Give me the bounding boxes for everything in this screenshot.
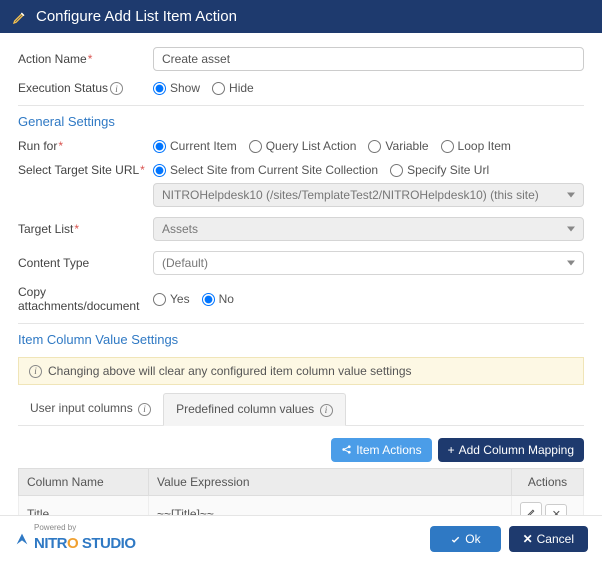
info-icon: i [320,404,333,417]
info-icon: i [29,365,42,378]
column-header-expr: Value Expression [149,468,512,495]
ok-button[interactable]: Ok [430,526,500,552]
target-site-dropdown[interactable]: NITROHelpdesk10 (/sites/TemplateTest2/NI… [153,183,584,207]
edit-row-button[interactable] [520,502,542,515]
add-column-mapping-button[interactable]: +Add Column Mapping [438,438,584,462]
warning-text: Changing above will clear any configured… [48,364,412,378]
check-icon [450,534,461,545]
content-type-dropdown[interactable]: (Default) [153,251,584,275]
target-url-specify-radio[interactable]: Specify Site Url [390,163,489,177]
cancel-button[interactable]: ✕ Cancel [509,526,588,552]
info-icon: i [138,403,151,416]
delete-row-button[interactable]: ✕ [545,504,567,515]
target-list-dropdown[interactable]: Assets [153,217,584,241]
titlebar: Configure Add List Item Action [0,0,602,33]
execution-status-label: Execution Statusi [18,81,153,95]
run-for-current-radio[interactable]: Current Item [153,139,237,153]
logo-icon [14,531,30,547]
action-name-input[interactable] [153,47,584,71]
dialog-title: Configure Add List Item Action [36,8,237,25]
target-site-url-label: Select Target Site URL [18,163,153,177]
tab-predefined[interactable]: Predefined column values i [163,393,345,425]
run-for-label: Run for [18,139,153,153]
column-header-name: Column Name [19,468,149,495]
plus-icon: + [448,443,455,457]
general-settings-heading: General Settings [18,105,584,129]
content-type-label: Content Type [18,256,153,270]
run-for-query-radio[interactable]: Query List Action [249,139,357,153]
copy-attach-no-radio[interactable]: No [202,292,234,306]
run-for-variable-radio[interactable]: Variable [368,139,428,153]
close-icon: ✕ [552,508,561,515]
pencil-icon [526,507,537,515]
close-icon: ✕ [523,532,533,546]
dialog-footer: Powered by NITRO STUDIO Ok ✕ Cancel [0,515,602,562]
column-mapping-table: Column Name Value Expression Actions Tit… [18,468,584,515]
dialog: Configure Add List Item Action Action Na… [0,0,602,562]
target-list-label: Target List [18,222,153,236]
tab-user-input[interactable]: User input columns i [18,393,163,424]
info-icon[interactable]: i [110,82,123,95]
exec-status-show-radio[interactable]: Show [153,81,200,95]
run-for-loop-radio[interactable]: Loop Item [441,139,511,153]
action-name-label: Action Name [18,52,153,66]
dialog-body: Action Name Execution Statusi Show Hide … [0,33,602,515]
item-column-value-heading: Item Column Value Settings [18,323,584,347]
column-header-actions: Actions [512,468,584,495]
exec-status-hide-radio[interactable]: Hide [212,81,254,95]
column-tabs: User input columns i Predefined column v… [18,393,584,425]
table-row: Title ~~[Title]~~ ✕ [19,495,584,515]
warning-box: i Changing above will clear any configur… [18,357,584,385]
copy-attachments-label: Copy attachments/document [18,285,153,313]
target-url-current-coll-radio[interactable]: Select Site from Current Site Collection [153,163,378,177]
share-icon [341,444,352,455]
copy-attach-yes-radio[interactable]: Yes [153,292,190,306]
pencil-icon [12,9,28,25]
nitro-logo: Powered by NITRO STUDIO [14,526,136,552]
item-actions-button[interactable]: Item Actions [331,438,431,462]
